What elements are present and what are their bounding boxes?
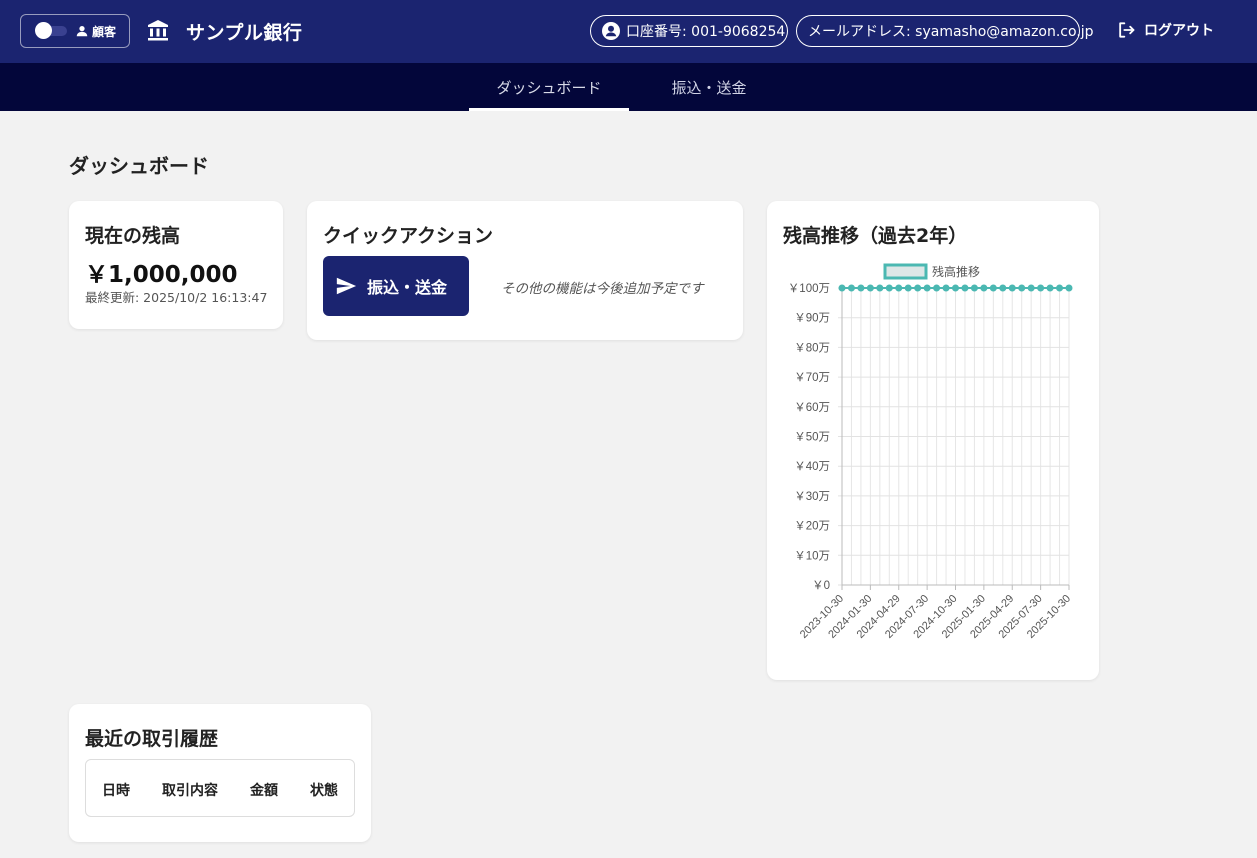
role-toggle[interactable]: 顧客 (20, 14, 130, 48)
quick-actions-title: クイックアクション (323, 225, 494, 247)
balance-card: 現在の残高 ￥1,000,000 最終更新: 2025/10/2 16:13:4… (69, 201, 283, 329)
y-tick-label: ￥10万 (794, 550, 830, 562)
data-point (895, 284, 903, 292)
transfer-button[interactable]: 振込・送金 (323, 256, 469, 316)
role-label: 顧客 (92, 24, 117, 39)
column-header-description: 取引内容 (162, 783, 218, 799)
y-tick-label: ￥70万 (794, 372, 830, 384)
account-icon (602, 22, 620, 40)
logout-icon (1116, 20, 1136, 40)
person-icon (75, 24, 89, 38)
balance-updated: 最終更新: 2025/10/2 16:13:47 (85, 290, 268, 305)
y-tick-label: ￥0 (812, 580, 830, 592)
tab-dashboard[interactable]: ダッシュボード (469, 63, 629, 111)
y-tick-label: ￥40万 (794, 461, 830, 473)
balance-title: 現在の残高 (85, 225, 181, 247)
logout-label: ログアウト (1144, 23, 1214, 39)
data-point (933, 284, 941, 292)
app-header: 顧客 サンプル銀行 口座番号: 001-9068254 メールアドレス: sya… (0, 0, 1257, 63)
data-point (876, 284, 884, 292)
data-point (904, 284, 912, 292)
data-point (885, 284, 893, 292)
data-point (942, 284, 950, 292)
data-point (1046, 284, 1054, 292)
y-tick-label: ￥30万 (794, 491, 830, 503)
quick-actions-card: クイックアクション 振込・送金 その他の機能は今後追加予定です (307, 201, 743, 340)
data-point (961, 284, 969, 292)
data-point (838, 284, 846, 292)
column-header-status: 状態 (310, 783, 338, 799)
data-point (1008, 284, 1016, 292)
account-number: 口座番号: 001-9068254 (626, 24, 786, 40)
balance-amount: ￥1,000,000 (85, 262, 238, 288)
column-header-datetime: 日時 (102, 783, 130, 799)
data-point (1065, 284, 1073, 292)
data-point (989, 284, 997, 292)
data-point (1027, 284, 1035, 292)
switch-knob (35, 22, 52, 39)
send-icon (335, 275, 357, 297)
data-point (1056, 284, 1064, 292)
balance-chart-card: 残高推移（過去2年） ￥0 ￥10万 ￥20万 ￥30万 ￥40万 ￥50万 ￥60万 ￥70… (767, 201, 1099, 680)
quick-actions-note: その他の機能は今後追加予定です (501, 281, 704, 297)
bank-name: サンプル銀行 (186, 22, 303, 44)
account-number-badge: 口座番号: 001-9068254 (590, 15, 788, 47)
balance-line-chart: ￥0 ￥10万 ￥20万 ￥30万 ￥40万 ￥50万 ￥60万 ￥70万 ￥80万 ￥90万 ￥1… (788, 263, 1073, 641)
transfer-button-label: 振込・送金 (367, 278, 448, 297)
data-point (980, 284, 988, 292)
legend-label: 残高推移 (932, 264, 980, 279)
data-point (847, 284, 855, 292)
data-point (999, 284, 1007, 292)
data-point (952, 284, 959, 292)
y-tick-label: ￥80万 (794, 342, 830, 354)
column-header-amount: 金額 (250, 783, 278, 799)
bank-icon (146, 18, 170, 42)
transactions-table: 日時 取引内容 金額 状態 (85, 759, 355, 817)
data-point (914, 284, 922, 292)
recent-transactions-card: 最近の取引履歴 日時 取引内容 金額 状態 (69, 704, 371, 842)
page-title: ダッシュボード (69, 154, 209, 178)
data-point (970, 284, 978, 292)
y-tick-label: ￥100万 (788, 283, 830, 295)
y-tick-label: ￥60万 (794, 402, 830, 414)
logout-button[interactable]: ログアウト (1116, 20, 1214, 40)
main-nav: ダッシュボード 振込・送金 (0, 63, 1257, 111)
email-address: メールアドレス: syamasho@amazon.co.jp (808, 24, 1094, 40)
legend-swatch (883, 263, 928, 280)
email-badge: メールアドレス: syamasho@amazon.co.jp (796, 15, 1094, 47)
y-tick-label: ￥50万 (794, 432, 830, 444)
tab-transfer[interactable]: 振込・送金 (629, 63, 789, 111)
role-switch[interactable] (35, 22, 67, 39)
data-point (866, 284, 874, 292)
data-point (857, 284, 865, 292)
data-point (1018, 284, 1026, 292)
data-point (1037, 284, 1045, 292)
y-tick-label: ￥20万 (794, 521, 830, 533)
history-title: 最近の取引履歴 (85, 728, 219, 750)
y-tick-label: ￥90万 (794, 313, 830, 325)
data-point (923, 284, 931, 292)
